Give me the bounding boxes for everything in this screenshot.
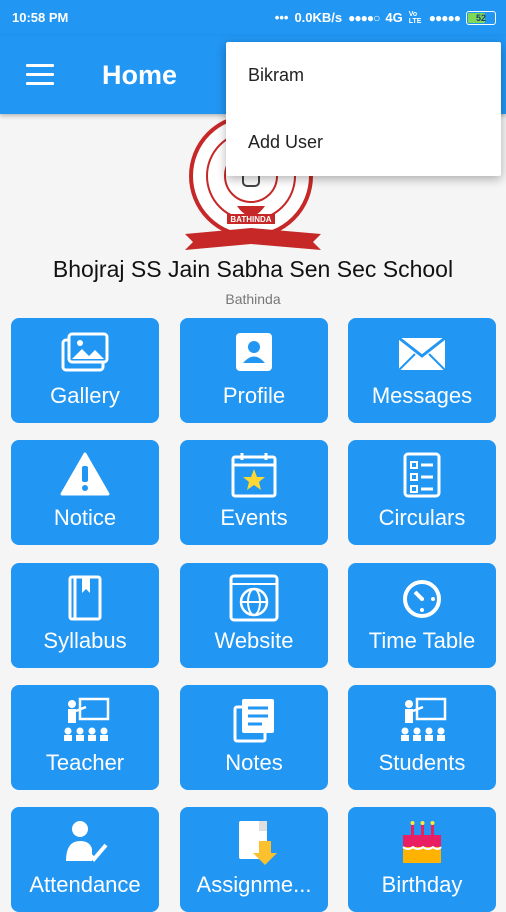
tile-label: Assignme... [196,872,312,897]
status-bar: 10:58 PM ••• 0.0KB/s ●●●●○ 4G Vo LTE ●●●… [0,0,506,36]
attendance-icon [66,821,108,862]
tile-label: Website [214,628,294,653]
status-indicators: ••• 0.0KB/s ●●●●○ 4G Vo LTE ●●●●● 52 [275,10,496,25]
tile-label: Circulars [378,505,466,530]
tile-birthday[interactable]: Birthday [348,807,496,912]
tile-label: Teacher [45,750,125,775]
school-name: Bhojraj SS Jain Sabha Sen Sec School [52,256,454,282]
tile-assignment[interactable]: Assignme... [180,807,328,912]
birthday-cake-icon [402,821,442,863]
gallery-icon [61,332,109,372]
tile-notes[interactable]: Notes [180,685,328,790]
tile-messages[interactable]: Messages [348,318,496,423]
tile-teacher[interactable]: Teacher [11,685,159,790]
page-title: Home [102,60,178,90]
tile-events[interactable]: Events [180,440,328,545]
envelope-icon [398,336,446,371]
teacher-icon [64,697,110,741]
volte-icon: Vo LTE [408,10,422,25]
tile-label: Events [220,505,288,530]
signal-strength-1: ●●●●○ [348,10,380,25]
menu-item-user[interactable]: Bikram [226,42,501,109]
notes-icon [233,699,274,743]
tile-students[interactable]: Students [348,685,496,790]
hamburger-menu-icon[interactable] [26,64,54,86]
tile-label: Notice [53,505,117,530]
timer-icon [403,580,441,618]
book-icon [68,575,102,621]
battery-level: 52 [475,12,486,23]
calendar-star-icon [231,453,277,498]
tile-label: Notes [225,750,283,775]
tile-label: Profile [222,383,286,408]
globe-icon [229,574,279,622]
tile-syllabus[interactable]: Syllabus [11,563,159,668]
tile-label: Time Table [368,628,476,653]
tile-label: Attendance [29,872,141,897]
tile-website[interactable]: Website [180,563,328,668]
tile-notice[interactable]: Notice [11,440,159,545]
tile-label: Birthday [381,872,463,897]
assignment-icon [239,821,277,865]
status-time: 10:58 PM [12,10,69,25]
menu-item-add-user[interactable]: Add User [226,109,501,176]
warning-icon [60,452,110,496]
school-city: Bathinda [225,291,281,307]
students-icon [401,697,447,741]
tile-time-table[interactable]: Time Table [348,563,496,668]
tile-gallery[interactable]: Gallery [11,318,159,423]
notification-dots: ••• [274,10,289,25]
logo-text: BATHINDA [230,215,271,224]
network-speed: 0.0KB/s [294,10,343,25]
tile-label: Gallery [50,383,120,408]
signal-strength-2: ●●●●● [428,10,461,25]
tile-circulars[interactable]: Circulars [348,440,496,545]
tile-profile[interactable]: Profile [180,318,328,423]
overflow-menu: Bikram Add User [226,42,501,176]
battery-icon: 52 [466,10,496,25]
tile-attendance[interactable]: Attendance [11,807,159,912]
tile-label: Syllabus [43,628,127,653]
network-type: 4G [385,10,403,25]
tile-label: Messages [371,383,473,408]
tile-label: Students [378,750,466,775]
checklist-icon [403,452,441,498]
profile-icon [236,333,272,371]
